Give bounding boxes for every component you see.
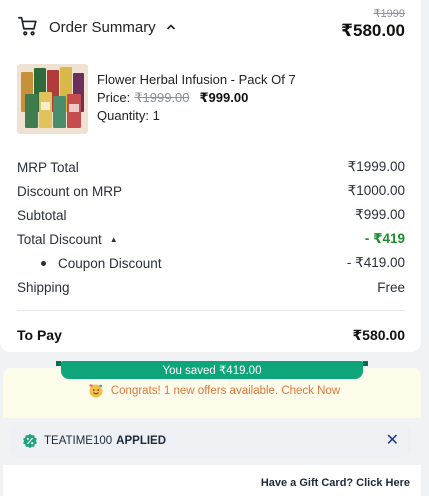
remove-coupon-close-icon[interactable]: ✕ xyxy=(386,432,399,449)
total-discount-row[interactable]: Total Discount ▲ - ₹419 xyxy=(17,227,405,251)
discount-mrp-value: ₹1000.00 xyxy=(347,183,405,198)
header-mrp-total: ₹1999 xyxy=(373,8,405,20)
order-summary-card: Order Summary ₹1999 ₹580.00 Flower Herba… xyxy=(0,0,421,352)
offers-banner-text: Congrats! 1 new offers available. Check … xyxy=(110,385,341,397)
subtotal-row: Subtotal ₹999.00 xyxy=(17,203,405,227)
shipping-value: Free xyxy=(377,279,405,295)
product-image xyxy=(17,64,88,134)
header-to-pay: ₹580.00 xyxy=(341,21,405,40)
gift-card-link[interactable]: Have a Gift Card? Click Here xyxy=(261,477,410,489)
bullet-icon xyxy=(41,260,46,266)
divider xyxy=(17,310,405,311)
total-discount-value: - ₹419 xyxy=(364,231,405,246)
coupon-discount-label: Coupon Discount xyxy=(58,255,162,271)
savings-ribbon: You saved ₹419.00 xyxy=(61,361,363,379)
mrp-total-value: ₹1999.00 xyxy=(347,159,405,174)
coupon-code: TEATIME100 xyxy=(44,434,113,447)
total-discount-label-wrap: Total Discount ▲ xyxy=(17,232,118,247)
product-mrp: ₹1999.00 xyxy=(134,90,190,105)
discount-mrp-label: Discount on MRP xyxy=(17,183,123,199)
order-summary-toggle[interactable]: Order Summary ₹1999 ₹580.00 xyxy=(17,8,405,44)
product-price: ₹999.00 xyxy=(199,90,249,105)
mrp-total-row: MRP Total ₹1999.00 xyxy=(17,155,405,179)
mrp-total-label: MRP Total xyxy=(17,159,79,175)
coupon-discount-value: - ₹419.00 xyxy=(346,255,405,270)
header-prices: ₹1999 ₹580.00 xyxy=(341,8,405,41)
ribbon-edge-right xyxy=(363,361,368,366)
discount-collapse-icon[interactable]: ▲ xyxy=(110,235,118,244)
coupon-status: APPLIED xyxy=(116,434,167,447)
product-price-row: Price: ₹1999.00 ₹999.00 xyxy=(97,89,296,107)
shipping-label: Shipping xyxy=(17,279,70,295)
percent-badge-icon xyxy=(23,433,37,448)
order-summary-title: Order Summary xyxy=(49,18,156,36)
to-pay-label: To Pay xyxy=(17,327,62,343)
discount-mrp-row: Discount on MRP ₹1000.00 xyxy=(17,179,405,203)
offers-banner[interactable]: Congrats! 1 new offers available. Check … xyxy=(0,384,429,398)
cart-icon xyxy=(18,16,37,36)
caret-up-icon[interactable] xyxy=(166,22,176,32)
coupon-discount-row: Coupon Discount - ₹419.00 xyxy=(17,251,405,275)
cart-product-item: Flower Herbal Infusion - Pack Of 7 Price… xyxy=(17,64,405,136)
to-pay-row: To Pay ₹580.00 xyxy=(17,323,405,347)
coupon-discount-label-wrap: Coupon Discount xyxy=(17,256,162,271)
applied-coupon: TEATIME100 APPLIED ✕ xyxy=(10,424,411,457)
shipping-row: Shipping Free xyxy=(17,275,405,299)
total-discount-label: Total Discount xyxy=(17,231,102,247)
product-name: Flower Herbal Infusion - Pack Of 7 xyxy=(97,72,296,87)
product-quantity: Quantity: 1 xyxy=(97,108,160,123)
party-emoji-icon xyxy=(89,384,103,398)
subtotal-label: Subtotal xyxy=(17,207,67,223)
subtotal-value: ₹999.00 xyxy=(355,207,405,222)
product-info: Flower Herbal Infusion - Pack Of 7 Price… xyxy=(97,64,296,136)
price-label: Price: xyxy=(97,90,131,105)
price-breakdown: MRP Total ₹1999.00 Discount on MRP ₹1000… xyxy=(17,155,405,347)
to-pay-value: ₹580.00 xyxy=(352,326,405,343)
